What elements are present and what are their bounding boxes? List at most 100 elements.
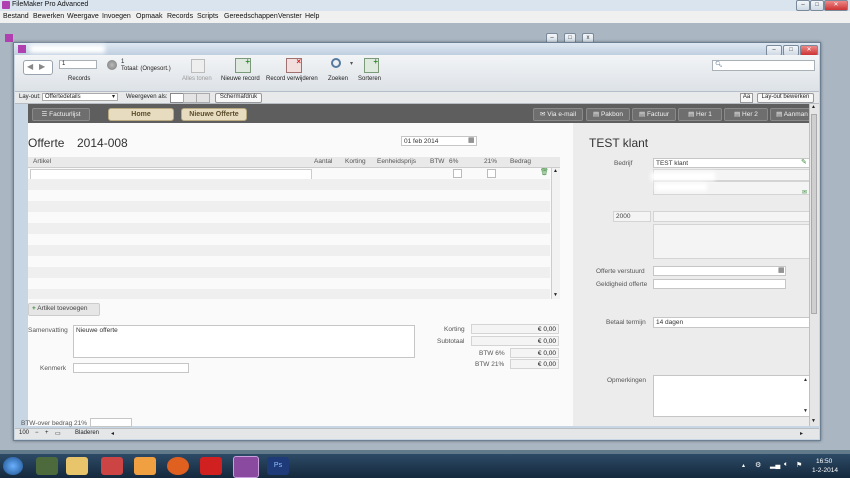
portal-scrollbar[interactable]: ▲ ▼ [551, 168, 560, 299]
media-player-icon[interactable] [134, 457, 156, 475]
menu-venster[interactable]: Venster [278, 13, 302, 20]
close-icon[interactable]: ✕ [824, 0, 848, 11]
maximize-icon[interactable]: □ [810, 0, 824, 11]
menu-gereedschappen[interactable]: Gereedschappen [224, 13, 278, 20]
delete-record-button[interactable]: Record verwijderen [266, 76, 318, 82]
toggle-toolbar-icon[interactable]: ▭ [55, 430, 61, 437]
search-icon[interactable] [331, 58, 341, 68]
preview-button[interactable]: Schermafdruk [215, 93, 262, 103]
photoshop-icon[interactable]: Ps [267, 457, 289, 475]
list-view-icon[interactable] [183, 93, 197, 103]
next-record-icon[interactable]: ▶ [39, 62, 45, 71]
zoom-level[interactable]: 100 [19, 430, 29, 436]
table-row[interactable]: 🗑︎ [28, 168, 550, 180]
start-button[interactable] [3, 457, 23, 475]
reminder2-button[interactable]: ▤ Her 2 [724, 108, 768, 121]
minimized-doc-icon[interactable] [5, 34, 13, 42]
scroll-up-icon[interactable]: ▲ [811, 104, 816, 110]
menu-records[interactable]: Records [167, 13, 193, 20]
taskbar-app-icon[interactable] [101, 457, 123, 475]
window-scrollbar[interactable]: ▲ ▼ [809, 104, 819, 426]
prev-record-icon[interactable]: ◀ [27, 62, 33, 71]
network-icon[interactable]: ▂▄ [770, 461, 780, 469]
record-slider-icon[interactable] [107, 60, 117, 70]
home-button[interactable]: Home [108, 108, 174, 121]
notes-field[interactable]: ▲ ▼ [653, 375, 811, 417]
new-quote-button[interactable]: Nieuwe Offerte [181, 108, 247, 121]
reference-field[interactable] [73, 363, 189, 373]
trash-icon[interactable]: 🗑︎ [540, 168, 549, 176]
record-number-input[interactable]: 1 [59, 60, 97, 69]
scroll-left-icon[interactable]: ◂ [111, 430, 114, 437]
sort-button[interactable]: Sorteren [358, 76, 381, 82]
menu-bestand[interactable]: Bestand [3, 13, 29, 20]
vat6-checkbox[interactable] [453, 169, 462, 178]
company-field[interactable]: TEST klant [653, 158, 811, 168]
clock-time[interactable]: 16:50 [816, 458, 832, 465]
invoice-list-button[interactable]: ☰ Factuurlijst [32, 108, 90, 121]
folder-icon[interactable] [66, 457, 88, 475]
scroll-up-icon[interactable]: ▲ [553, 168, 558, 174]
show-all-icon[interactable] [191, 59, 205, 73]
tray-icon[interactable]: ⚙ [755, 461, 761, 469]
flag-icon[interactable]: ⚑ [796, 461, 802, 469]
new-record-icon[interactable]: + [235, 57, 251, 73]
scroll-up-icon[interactable]: ▲ [803, 376, 808, 385]
calendar-icon[interactable]: ▦ [468, 136, 475, 144]
menu-weergave[interactable]: Weergave [67, 13, 99, 20]
font-size-button[interactable]: Aa [740, 93, 753, 103]
pencil-icon[interactable]: ✎ [801, 158, 807, 166]
envelope-icon[interactable]: ✉ [802, 189, 807, 196]
payment-terms-field[interactable]: 14 dagen [653, 317, 811, 328]
sort-icon[interactable]: + [364, 57, 379, 73]
zoom-in-icon[interactable]: + [45, 430, 49, 436]
scroll-down-icon[interactable]: ▼ [553, 292, 558, 298]
sent-date-field[interactable] [653, 266, 786, 276]
new-record-button[interactable]: Nieuwe record [221, 76, 260, 82]
filemaker-icon[interactable] [233, 456, 259, 478]
invoice-button[interactable]: ▤ Factuur [632, 108, 676, 121]
calendar-icon[interactable]: ▦ [778, 266, 785, 274]
tray-expand-icon[interactable]: ▴ [742, 462, 745, 469]
scroll-thumb[interactable] [811, 114, 817, 314]
delete-record-icon[interactable]: × [286, 57, 302, 73]
scroll-right-icon[interactable]: ▸ [800, 430, 803, 437]
firefox-icon[interactable] [167, 457, 189, 475]
summary-field[interactable]: Nieuwe offerte [73, 325, 415, 358]
summons-button[interactable]: ▤ Aanman [770, 108, 814, 121]
add-article-button[interactable]: + Artikel toevoegen [28, 303, 100, 316]
validity-field[interactable] [653, 279, 786, 289]
vat-over-field[interactable] [90, 418, 132, 427]
find-dropdown-icon[interactable]: ▾ [350, 60, 353, 67]
record-navigator[interactable]: ◀ ▶ [23, 60, 53, 75]
postcode-field[interactable]: 2000 [613, 211, 651, 222]
menu-bewerken[interactable]: Bewerken [33, 13, 64, 20]
taskbar-app-icon[interactable] [36, 457, 58, 475]
via-email-button[interactable]: ✉ Via e-mail [533, 108, 583, 121]
menu-invoegen[interactable]: Invoegen [102, 13, 131, 20]
find-button[interactable]: Zoeken [328, 76, 348, 82]
menu-help[interactable]: Help [305, 13, 319, 20]
col-unit-price: Eenheidsprijs [377, 158, 417, 165]
menu-scripts[interactable]: Scripts [197, 13, 218, 20]
clock-date[interactable]: 1-2-2014 [812, 467, 838, 474]
minimize-icon[interactable]: – [796, 0, 810, 11]
quote-date-field[interactable]: 01 feb 2014 [401, 136, 477, 146]
edit-layout-button[interactable]: Lay-out bewerken [757, 93, 814, 103]
city-field[interactable] [653, 211, 811, 222]
zoom-out-icon[interactable]: − [35, 430, 39, 436]
scroll-down-icon[interactable]: ▼ [803, 407, 808, 416]
scroll-down-icon[interactable]: ▼ [811, 418, 816, 424]
show-all-button[interactable]: Alles tonen [182, 76, 212, 82]
packing-slip-button[interactable]: ▤ Pakbon [586, 108, 630, 121]
form-view-icon[interactable] [170, 93, 184, 103]
extra-address-field[interactable] [653, 224, 811, 259]
pdf-icon[interactable] [200, 457, 222, 475]
vat21-checkbox[interactable] [487, 169, 496, 178]
table-view-icon[interactable] [196, 93, 210, 103]
quick-find-input[interactable]: 🔍︎ [712, 60, 815, 71]
layout-select[interactable]: Offertedetails ▾ [42, 93, 118, 101]
menu-opmaak[interactable]: Opmaak [136, 13, 162, 20]
reminder1-button[interactable]: ▤ Her 1 [678, 108, 722, 121]
volume-icon[interactable]: 🔈︎ [784, 461, 788, 469]
